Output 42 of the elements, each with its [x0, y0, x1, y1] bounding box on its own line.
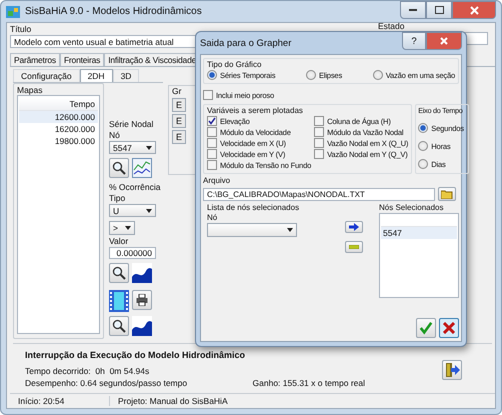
node-label: Nó	[207, 213, 218, 222]
type-dropdown[interactable]: U	[109, 204, 156, 218]
option-button[interactable]: E	[172, 98, 186, 112]
tab[interactable]: Configuração	[13, 69, 80, 82]
gain-text: Ganho: 155.31 x o tempo real	[252, 378, 365, 388]
execution-heading: Interrupção da Execução do Modelo Hidrodinâmico	[25, 350, 246, 360]
value-label: Valor	[109, 236, 130, 246]
node-list-label: Lista de nós selecionados	[207, 203, 300, 212]
performance-text: Desempenho: 0.64 segundos/passo tempo	[25, 378, 188, 388]
option-button[interactable]: E	[172, 114, 186, 128]
group-label: Tipo do Gráfico	[207, 60, 262, 69]
option-button[interactable]: E	[172, 130, 186, 144]
list-item[interactable]: 16200.000	[19, 123, 98, 135]
list-item[interactable]: 19800.000	[19, 135, 98, 147]
status-text: Início: 20:54	[10, 396, 110, 406]
group-label: Variáveis a serem plotadas	[207, 106, 304, 115]
column-header: Tempo	[19, 98, 98, 111]
window-title: SisBaHiA 9.0 - Modelos Hidrodinâmicos	[25, 6, 202, 17]
tab[interactable]: 3D	[112, 69, 140, 82]
nodal-series-label: Série Nodal	[109, 119, 154, 129]
tab[interactable]: Fronteiras	[60, 53, 104, 66]
elapsed-time-text: Tempo decorrido: 0h 0m 54.94s	[25, 366, 150, 376]
type-label: Tipo	[109, 193, 126, 204]
list-item[interactable]: 5547	[381, 227, 457, 239]
state-label: Estado	[378, 21, 406, 31]
selected-nodes-label: Nós Selecionados	[379, 203, 444, 212]
operator-dropdown[interactable]: >	[109, 221, 135, 235]
title-label: Título	[10, 24, 32, 34]
occurrence-label: % Ocorrência	[109, 182, 162, 192]
node-label: Nó	[109, 130, 121, 140]
dialog-title: Saida para o Grapher	[200, 38, 292, 48]
list-item[interactable]: 12600.000	[19, 111, 98, 123]
status-text: Projeto: Manual do SisBaHiA	[117, 396, 229, 406]
tab[interactable]: 2DH	[80, 69, 113, 82]
node-dropdown[interactable]: 5547	[109, 141, 156, 154]
file-path-field[interactable]: C:\BG_CALIBRADO\Mapas\NONODAL.TXT	[203, 188, 435, 200]
help-button[interactable]: ?	[402, 32, 426, 50]
group-label: Gr	[172, 86, 182, 96]
tab[interactable]: Parâmetros	[10, 53, 60, 66]
group-label: Mapas	[17, 85, 44, 95]
value-field[interactable]: 0.000000	[109, 246, 156, 259]
file-label: Arquivo	[203, 176, 232, 185]
